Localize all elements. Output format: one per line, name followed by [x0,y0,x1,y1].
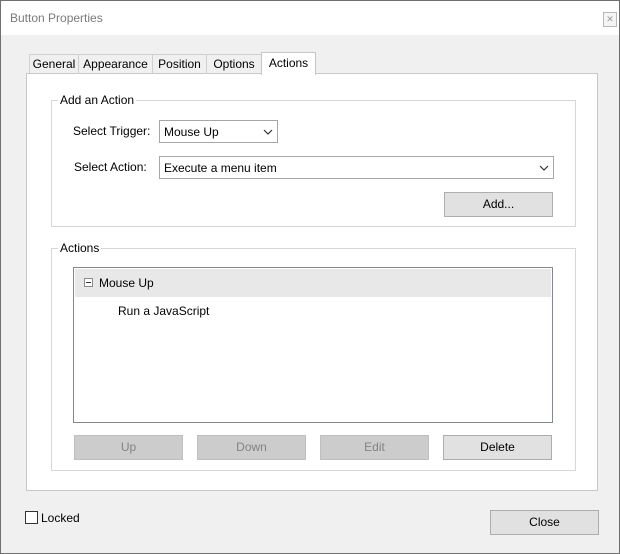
actions-group: Actions Mouse Up Run a JavaScript Up Dow… [51,240,576,471]
tree-child-label: Run a JavaScript [118,304,210,318]
down-button[interactable]: Down [197,435,306,460]
tab-general[interactable]: General [29,54,79,74]
tab-position[interactable]: Position [152,54,207,74]
select-trigger-label: Select Trigger: [73,124,151,138]
locked-checkbox[interactable] [25,511,38,524]
actions-tree[interactable]: Mouse Up Run a JavaScript [73,267,553,423]
add-action-legend: Add an Action [58,92,137,108]
tab-actions[interactable]: Actions [261,52,316,75]
tree-row-child[interactable]: Run a JavaScript [75,298,551,324]
window-title: Button Properties [10,11,103,25]
button-properties-dialog: Button Properties ✕ General Appearance P… [0,0,620,554]
add-action-group: Add an Action Select Trigger: Mouse Up S… [51,92,576,227]
select-action-label: Select Action: [74,160,147,174]
select-trigger-dropdown[interactable]: Mouse Up [159,120,278,143]
chevron-down-icon [259,121,277,142]
tree-node-label: Mouse Up [99,276,154,290]
actions-legend: Actions [58,240,102,256]
select-action-value: Execute a menu item [164,161,277,175]
up-button[interactable]: Up [74,435,183,460]
select-action-dropdown[interactable]: Execute a menu item [159,156,554,179]
delete-button[interactable]: Delete [443,435,552,460]
chevron-down-icon [535,157,553,178]
locked-label: Locked [41,511,80,525]
collapse-minus-icon[interactable] [84,278,93,287]
select-trigger-value: Mouse Up [164,125,219,139]
close-button[interactable]: Close [490,510,599,535]
actions-tab-panel: Add an Action Select Trigger: Mouse Up S… [26,73,598,491]
close-icon[interactable]: ✕ [603,12,617,27]
tab-options[interactable]: Options [206,54,262,74]
tree-row-mouse-up[interactable]: Mouse Up [75,269,551,297]
add-action-button[interactable]: Add... [444,192,553,217]
title-bar: Button Properties ✕ [1,1,619,35]
edit-button[interactable]: Edit [320,435,429,460]
tab-appearance[interactable]: Appearance [78,54,153,74]
